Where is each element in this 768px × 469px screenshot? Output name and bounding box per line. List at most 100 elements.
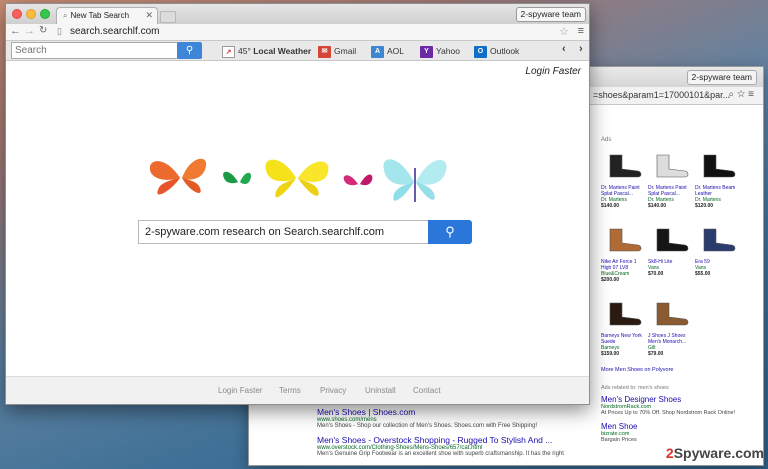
shoe-image[interactable]	[648, 295, 694, 333]
weather-label: Local Weather	[253, 46, 312, 56]
footer-uninstall[interactable]: Uninstall	[365, 386, 396, 395]
shopping-ad[interactable]: Era 59 Vans $55.00	[695, 221, 741, 291]
shopping-ad[interactable]: J Shoes J Shoes Men's Monarch... Gilt $79.…	[648, 295, 694, 365]
main-search-button[interactable]: ⚲	[428, 220, 472, 244]
butterflies-logo	[149, 158, 447, 202]
watermark-logo: 2Spyware.com	[666, 445, 764, 461]
footer-login-faster[interactable]: Login Faster	[218, 386, 262, 395]
shoe-image[interactable]	[695, 147, 741, 185]
page-icon: ▯	[57, 26, 62, 36]
yahoo-label: Yahoo	[436, 46, 460, 56]
maximize-window-button[interactable]	[40, 9, 50, 19]
main-search-input[interactable]: 2-spyware.com research on Search.searchl…	[138, 220, 430, 244]
search-icon: ⌕	[63, 11, 68, 20]
aol-link[interactable]: A AOL	[371, 43, 404, 59]
shoe-image[interactable]	[648, 147, 694, 185]
shoe-image[interactable]	[648, 221, 694, 259]
menu-icon[interactable]: ≡	[578, 25, 584, 37]
result-title[interactable]: Men's Shoes - Overstock Shopping - Rugge…	[317, 435, 617, 445]
result-title[interactable]: Men's Shoes | Shoes.com	[317, 407, 617, 417]
ad-price: $159.00	[601, 351, 620, 357]
login-faster-link[interactable]: Login Faster	[525, 66, 581, 77]
shoe-icon	[609, 302, 642, 326]
back-arrow-icon[interactable]: ←	[10, 25, 21, 37]
shopping-ad[interactable]: Sk8-Hi Lite Vans $70.00	[648, 221, 694, 291]
side-ads-heading: Ads related to: men's shoes	[601, 385, 669, 391]
ad-product-name[interactable]: Barneys New York Suede	[601, 333, 647, 345]
profile-button[interactable]: 2-spyware team	[515, 7, 586, 22]
ad-product-name[interactable]: J Shoes J Shoes Men's Monarch...	[648, 333, 694, 345]
aol-icon: A	[371, 45, 384, 58]
tab-bar: ⌕ New Tab Search ✕ 2-spyware team	[6, 4, 589, 24]
weather-link[interactable]: ↗ 45° Local Weather	[222, 43, 311, 59]
ads-grid: Dr. Martens Paint Splat Pascal... Dr. Mar…	[601, 147, 741, 365]
shoe-icon	[609, 228, 642, 252]
shoe-image[interactable]	[695, 221, 741, 259]
chevron-right-icon[interactable]: ›	[579, 43, 583, 55]
back-url-text[interactable]: =shoes&param1=17000101&par...	[593, 90, 730, 100]
watermark-suffix: .com	[731, 445, 764, 461]
side-ad-desc: Bargain Prices	[601, 437, 637, 443]
ad-price: $200.00	[601, 277, 620, 283]
watermark-brand: Spyware	[673, 445, 732, 461]
footer-terms[interactable]: Terms	[279, 386, 301, 395]
address-bar[interactable]: search.searchlf.com	[70, 26, 159, 37]
shoe-image[interactable]	[601, 295, 647, 333]
close-window-button[interactable]	[12, 9, 22, 19]
side-ad: Men Shoe bizrate.com Bargain Prices	[601, 422, 761, 443]
ad-product-name[interactable]: Dr. Martens Paint Splat Pascal...	[648, 185, 694, 197]
search-result: Men's Shoes - Overstock Shopping - Rugge…	[317, 435, 617, 457]
ad-price: $79.00	[648, 351, 664, 357]
shoe-icon	[609, 154, 642, 178]
ad-product-name[interactable]: Nike Air Force 1 High 07 LV8	[601, 259, 647, 271]
ad-product-name[interactable]: Dr. Martens Beam Leather	[695, 185, 741, 197]
menu-icon[interactable]: ≡	[748, 89, 757, 100]
search-results: Men's Shoes | Shoes.com www.shoes.com/men…	[317, 407, 617, 463]
butterfly-green	[223, 171, 252, 184]
shoe-icon	[656, 154, 689, 178]
more-shoes-link[interactable]: More Men Shoes on Polyvore	[601, 367, 741, 373]
yahoo-icon: Y	[420, 45, 433, 58]
weather-icon: ↗	[222, 45, 235, 58]
star-icon[interactable]: ☆	[559, 25, 569, 38]
side-ad: Men's Designer Shoes NordstromRack.com At …	[601, 395, 761, 416]
minimize-window-button[interactable]	[26, 9, 36, 19]
ad-product-name[interactable]: Dr. Martens Paint Splat Pascal...	[601, 185, 647, 197]
butterfly-yellow	[265, 159, 329, 198]
footer-privacy[interactable]: Privacy	[320, 386, 346, 395]
shopping-ad[interactable]: Dr. Martens Paint Splat Pascal... Dr. Mar…	[601, 147, 647, 217]
footer-contact[interactable]: Contact	[413, 386, 441, 395]
new-tab-button[interactable]	[160, 11, 176, 23]
shopping-ad[interactable]: Barneys New York Suede Barneys $159.00	[601, 295, 647, 365]
outlook-link[interactable]: O Outlook	[474, 43, 519, 59]
result-desc: Men's Shoes - Shop our collection of Men…	[317, 423, 538, 429]
forward-arrow-icon[interactable]: →	[24, 25, 35, 37]
tab-title: New Tab Search	[70, 11, 130, 20]
shopping-ad[interactable]: Dr. Martens Paint Splat Pascal... Dr. Mar…	[648, 147, 694, 217]
shopping-ad[interactable]: Nike Air Force 1 High 07 LV8 Blue&Cream $2…	[601, 221, 647, 291]
side-ad-title[interactable]: Men Shoe	[601, 422, 761, 431]
butterfly-orange	[149, 158, 207, 195]
watermark-prefix: 2	[665, 445, 674, 461]
shopping-ad[interactable]: Dr. Martens Beam Leather Dr. Martens $120.…	[695, 147, 741, 217]
ad-price: $140.00	[648, 203, 667, 209]
close-icon[interactable]: ✕	[145, 8, 153, 23]
toolbar-search-input[interactable]	[11, 42, 178, 59]
chevron-left-icon[interactable]: ‹	[562, 43, 566, 55]
browser-window: ⌕ New Tab Search ✕ 2-spyware team ← → ↻ ▯…	[5, 3, 590, 405]
search-icon[interactable]: ⌕	[728, 89, 737, 100]
shoe-image[interactable]	[601, 147, 647, 185]
reload-icon[interactable]: ↻	[39, 25, 47, 36]
mail-icon: ✉	[318, 45, 331, 58]
side-ad-title[interactable]: Men's Designer Shoes	[601, 395, 761, 404]
shoe-image[interactable]	[601, 221, 647, 259]
toolbar-search-button[interactable]: ⚲	[177, 42, 202, 59]
back-profile-button[interactable]: 2-spyware team	[686, 70, 757, 85]
yahoo-link[interactable]: Y Yahoo	[420, 43, 460, 59]
tab-new-tab-search[interactable]: ⌕ New Tab Search ✕	[56, 7, 158, 24]
gmail-link[interactable]: ✉ Gmail	[318, 43, 356, 59]
aol-label: AOL	[387, 46, 405, 56]
shoe-icon	[703, 154, 736, 178]
side-ads: Ads related to: men's shoes Men's Design…	[601, 385, 761, 449]
star-icon[interactable]: ☆	[737, 89, 748, 100]
